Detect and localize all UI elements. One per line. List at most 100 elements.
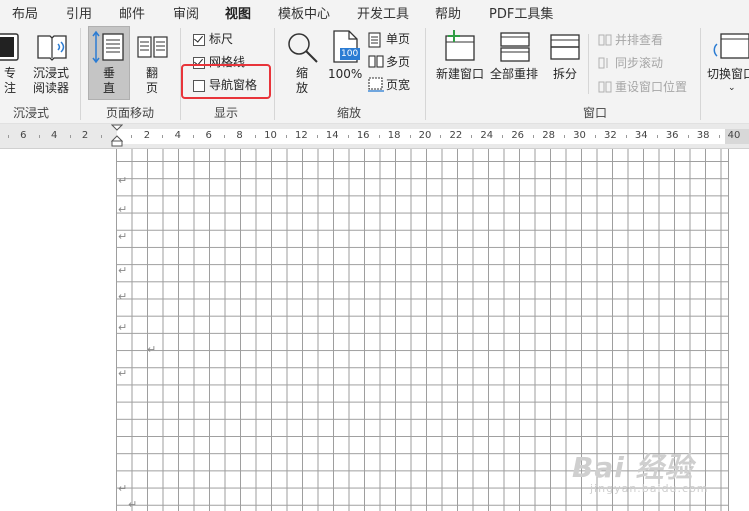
tab-developer[interactable]: 开发工具: [357, 3, 409, 22]
chevron-down-icon: ⌄: [728, 83, 736, 93]
ruler-number: 6: [20, 130, 27, 141]
ruler-number: 8: [236, 130, 243, 141]
tab-mailings[interactable]: 邮件: [119, 3, 145, 22]
ruler-number: 16: [356, 130, 370, 141]
ruler-number: 40: [727, 130, 741, 141]
ruler-minor-tick: [285, 135, 287, 138]
paragraph-mark: ↵: [128, 498, 138, 511]
ruler-minor-tick: [378, 135, 380, 138]
ruler-number: 28: [542, 130, 555, 141]
tab-layout[interactable]: 布局: [12, 3, 38, 22]
paragraph-mark: ↵: [118, 321, 128, 334]
ruler-minor-tick: [687, 135, 689, 138]
ruler-minor-tick: [471, 135, 473, 138]
immersive-reader-icon: [37, 35, 67, 61]
focus-icon: [0, 33, 19, 61]
ruler-number: 10: [264, 130, 277, 141]
ruler-number: 2: [143, 130, 151, 141]
ruler-minor-tick: [718, 135, 720, 138]
menu-tab-bar: 布局 引用 邮件 审阅 视图 模板中心 开发工具 帮助 PDF工具集: [0, 0, 749, 27]
group-label-page-movement: 页面移动: [106, 106, 155, 120]
sync-scroll-icon: [598, 57, 608, 69]
tab-help[interactable]: 帮助: [435, 3, 461, 22]
ruler-minor-tick: [656, 135, 658, 138]
ruler-minor-tick: [564, 135, 566, 138]
side-by-side-icon: [598, 34, 612, 46]
ruler-number: 30: [573, 130, 586, 141]
tab-review[interactable]: 审阅: [173, 3, 199, 22]
ruler-minor-tick: [224, 135, 226, 138]
ruler-number: 14: [325, 130, 339, 141]
paragraph-mark: ↵: [118, 482, 128, 495]
arrange-all-icon: [500, 32, 530, 62]
group-label-immersive: 沉浸式: [13, 106, 50, 120]
ruler-number: 12: [295, 130, 308, 141]
ruler-minor-tick: [69, 135, 71, 138]
magnifier-icon: [288, 33, 318, 63]
horizontal-ruler[interactable]: 6 4 2 2 4 6 8 10 12 14 16 18 20 22 24 26 28 30 32 34 36 38 40: [0, 124, 749, 149]
ruler-minor-tick: [255, 135, 257, 138]
ruler-minor-tick: [409, 135, 411, 138]
paragraph-mark: ↵: [118, 264, 128, 277]
ribbon: 专 注 沉浸式 阅读器 沉浸式 垂 直 翻 页 页面移动 标尺 网格线 导航窗格…: [0, 24, 749, 124]
ruler-number: 24: [480, 130, 494, 141]
one-page-icon: [368, 32, 381, 48]
reset-position-icon: [598, 81, 612, 93]
ruler-minor-tick: [100, 135, 102, 138]
group-separator: [700, 28, 701, 120]
paragraph-mark: ↵: [118, 367, 128, 380]
ruler-minor-tick: [594, 135, 596, 138]
ruler-number: 36: [665, 130, 679, 141]
ruler-number: 4: [51, 130, 58, 141]
switch-windows-icon: [713, 33, 749, 59]
group-separator: [80, 28, 81, 120]
ruler-minor-tick: [131, 135, 133, 138]
ruler-minor-tick: [193, 135, 195, 138]
paragraph-mark: ↵: [118, 174, 128, 187]
ruler-minor-tick: [625, 135, 627, 138]
ruler-minor-tick: [347, 135, 349, 138]
ruler-number: 6: [205, 130, 212, 141]
tab-template-center[interactable]: 模板中心: [278, 3, 330, 22]
watermark-logo: Bai 经验: [572, 451, 694, 484]
ruler-number: 32: [604, 130, 617, 141]
tab-view[interactable]: 视图: [225, 3, 252, 27]
ruler-minor-tick: [38, 135, 40, 138]
ruler-number: 4: [174, 130, 181, 141]
group-label-window: 窗口: [583, 106, 608, 120]
hundred-icon-text: 100: [341, 49, 359, 59]
ruler-number: 38: [696, 130, 710, 141]
tab-references[interactable]: 引用: [66, 3, 92, 22]
ruler-minor-tick: [533, 135, 535, 138]
ruler-number: 26: [511, 130, 525, 141]
paragraph-mark: ↵: [118, 230, 128, 243]
new-window-icon: [445, 30, 475, 61]
group-separator: [425, 28, 426, 120]
ruler-check-icon: [193, 34, 205, 46]
gridlines-highlight-box: [181, 64, 271, 99]
ruler-number: 20: [418, 130, 432, 141]
ruler-number: 18: [387, 130, 401, 141]
tab-pdf-tools[interactable]: PDF工具集: [489, 3, 553, 22]
ruler-minor-tick: [7, 135, 9, 138]
page-width-icon: [368, 77, 384, 92]
ruler-minor-tick: [316, 135, 318, 138]
split-icon: [550, 34, 580, 60]
side-to-side-icon: [137, 36, 168, 58]
watermark: Bai 经验 jingyan.baidu.com: [572, 446, 742, 506]
paragraph-mark: ↵: [118, 203, 128, 216]
ruler-number: 34: [634, 130, 648, 141]
paragraph-mark: ↵: [147, 343, 157, 356]
multiple-pages-icon: [368, 55, 384, 68]
ruler-minor-tick: [440, 135, 442, 138]
vertical-scroll-icon: [92, 30, 124, 64]
indent-marker-icon[interactable]: [111, 124, 123, 148]
ruler-number: 2: [81, 130, 89, 141]
group-separator: [274, 28, 275, 120]
ruler-minor-tick: [162, 135, 164, 138]
paragraph-mark: ↵: [118, 290, 128, 303]
ruler-minor-tick: [502, 135, 504, 138]
watermark-url: jingyan.baidu.com: [590, 482, 709, 495]
ruler-number: 22: [449, 130, 463, 141]
group-label-show: 显示: [214, 106, 239, 120]
